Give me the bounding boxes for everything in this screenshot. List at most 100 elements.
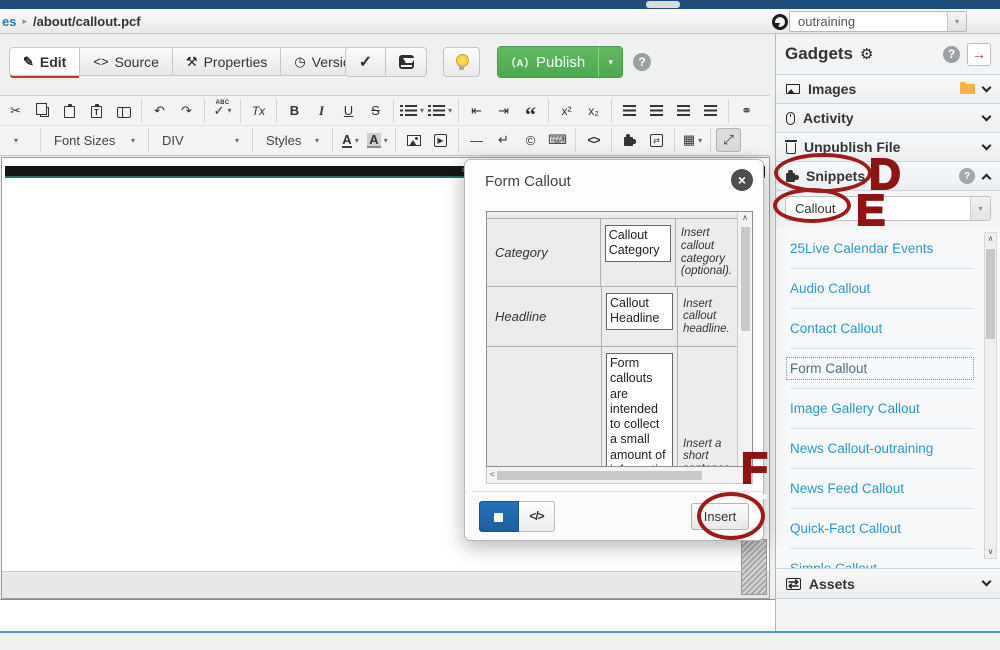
tab-edit[interactable]: ✎ Edit (9, 47, 81, 76)
editor-scrollbar-thumb[interactable] (741, 539, 767, 595)
background-color-button[interactable]: A ▾ (365, 128, 390, 152)
snippet-link-audio-callout[interactable]: Audio Callout (790, 281, 870, 296)
scrollbar-thumb[interactable] (986, 249, 995, 339)
paste-as-text-button[interactable] (84, 99, 109, 123)
code-view-button[interactable]: </> (519, 500, 555, 532)
scroll-left-arrow[interactable]: < (490, 469, 495, 481)
scroll-down-arrow[interactable]: ∨ (988, 546, 994, 558)
folder-icon[interactable] (960, 81, 975, 94)
snippet-link-news-callout-outraining[interactable]: News Callout-outraining (790, 441, 933, 456)
special-character-button[interactable]: © (518, 128, 543, 152)
breadcrumb-site-link[interactable]: es (2, 14, 16, 29)
snippets-help-button[interactable]: ? (959, 168, 975, 184)
maximize-button[interactable]: ⤢ (716, 128, 741, 152)
gear-icon[interactable]: ⚙ (860, 45, 873, 63)
editor-horizontal-scrollbar[interactable] (2, 571, 769, 598)
insert-image-button[interactable] (401, 128, 426, 152)
horizontal-rule-button[interactable]: — (464, 128, 489, 152)
snippet-link-form-callout[interactable]: Form Callout (786, 357, 974, 380)
blockquote-button[interactable]: “ (518, 99, 543, 126)
table-button[interactable]: ▦ ▾ (680, 128, 705, 152)
snippet-link-image-gallery-callout[interactable]: Image Gallery Callout (790, 401, 920, 416)
paste-button[interactable] (57, 99, 82, 123)
align-center-button[interactable] (644, 99, 669, 123)
line-break-icon: ↵ (498, 132, 509, 147)
bold-button[interactable]: B (282, 99, 307, 123)
bullet-list-button[interactable]: ▾ (399, 99, 425, 123)
redo-button[interactable]: ↷ (174, 99, 199, 123)
scroll-down-arrow[interactable]: ∨ (742, 454, 748, 466)
cut-button[interactable]: ✂ (3, 99, 28, 123)
indent-button[interactable]: ⇥ (491, 99, 516, 123)
underline-button[interactable]: U (336, 99, 361, 123)
help-button[interactable]: ? (633, 53, 651, 71)
superscript-button[interactable]: x² (554, 99, 579, 123)
tab-source[interactable]: <> Source (80, 47, 173, 76)
insert-video-button[interactable]: ▶ (428, 128, 453, 152)
scroll-up-arrow[interactable]: ∧ (742, 212, 748, 224)
field-value-box[interactable]: Callout Headline (606, 293, 673, 330)
field-value-box[interactable]: Form callouts are intended to collect a … (606, 353, 673, 466)
copy-button[interactable] (30, 99, 55, 123)
gadgets-help-button[interactable]: ? (943, 45, 960, 63)
snippet-category-dropdown-button[interactable]: ▾ (970, 197, 990, 220)
close-icon[interactable]: × (731, 169, 753, 191)
align-left-button[interactable] (617, 99, 642, 123)
checked-out-button[interactable] (443, 47, 480, 77)
insert-asset-button[interactable]: ⇄ (644, 128, 669, 152)
scroll-up-arrow[interactable]: ∧ (988, 233, 994, 245)
snippet-link-25live-calendar-events[interactable]: 25Live Calendar Events (790, 241, 933, 256)
sidebar-section-assets[interactable]: ⇄ Assets (776, 569, 1000, 599)
sidebar-section-activity[interactable]: Activity (776, 104, 1000, 133)
snippet-link-quick-fact-callout[interactable]: Quick-Fact Callout (790, 521, 901, 536)
snippet-link-news-feed-callout[interactable]: News Feed Callout (790, 481, 904, 496)
scrollbar-thumb[interactable] (740, 227, 750, 331)
styles-select[interactable]: Styles ▾ (258, 128, 327, 152)
site-selector[interactable]: outraining ▾ (789, 11, 967, 32)
insert-form-button[interactable]: ⌨ (545, 128, 570, 152)
publish-dropdown-button[interactable]: ▾ (598, 47, 623, 77)
save-button[interactable] (386, 47, 427, 77)
numbered-list-button[interactable]: ▾ (427, 99, 453, 123)
find-replace-button[interactable] (111, 99, 136, 123)
snippet-category-select[interactable]: Callout ▾ (785, 196, 991, 221)
puzzle-icon (493, 512, 503, 522)
subscript-button[interactable]: x₂ (581, 99, 606, 123)
collapse-sidebar-button[interactable]: → (967, 42, 991, 66)
scroll-right-arrow[interactable]: > (744, 469, 749, 481)
undo-button[interactable]: ↶ (147, 99, 172, 123)
sidebar-section-unpublish[interactable]: Unpublish File (776, 133, 1000, 162)
dialog-horizontal-scrollbar[interactable]: < > (486, 467, 753, 484)
collapse-handle[interactable] (646, 1, 680, 8)
strikethrough-button[interactable]: S (363, 99, 388, 123)
block-format-select[interactable]: ▾ (3, 128, 35, 152)
insert-button[interactable]: Insert (691, 502, 749, 530)
sidebar-section-images[interactable]: Images (776, 75, 1000, 104)
link-button[interactable]: ⚭ (734, 99, 759, 123)
tab-properties[interactable]: ⚒ Properties (172, 47, 282, 76)
spellcheck-button[interactable]: ABC ✓ ▾ (210, 99, 235, 123)
snippet-view-button[interactable] (479, 500, 519, 532)
font-sizes-select[interactable]: Font Sizes ▾ (46, 128, 143, 152)
publish-button[interactable]: A Publish (498, 47, 599, 77)
dialog-vertical-scrollbar[interactable]: ∧ ∨ (737, 212, 752, 466)
save-and-exit-button[interactable]: ✓ (345, 47, 386, 77)
breadcrumb-path: /about/callout.pcf (33, 13, 141, 29)
snippet-list-scrollbar[interactable]: ∧ ∨ (984, 232, 997, 559)
italic-button[interactable]: I (309, 99, 334, 123)
field-value-box[interactable]: Callout Category (604, 225, 671, 262)
region-select[interactable]: DIV ▾ (154, 128, 247, 152)
outdent-button[interactable]: ⇤ (464, 99, 489, 123)
site-selector-dropdown-button[interactable]: ▾ (947, 12, 966, 31)
remove-format-button[interactable]: Tx (246, 99, 271, 123)
snippet-link-contact-callout[interactable]: Contact Callout (790, 321, 882, 336)
scrollbar-thumb[interactable] (496, 470, 702, 480)
text-color-button[interactable]: A ▾ (338, 128, 363, 152)
snippet-link-simple-callout[interactable]: Simple Callout (790, 561, 877, 568)
align-right-button[interactable] (671, 99, 696, 123)
insert-snippet-button[interactable] (617, 128, 642, 152)
insert-source-button[interactable]: <> (581, 128, 606, 152)
justify-button[interactable] (698, 99, 723, 123)
sidebar-section-snippets[interactable]: Snippets ? (776, 162, 1000, 191)
line-break-button[interactable]: ↵ (491, 128, 516, 152)
